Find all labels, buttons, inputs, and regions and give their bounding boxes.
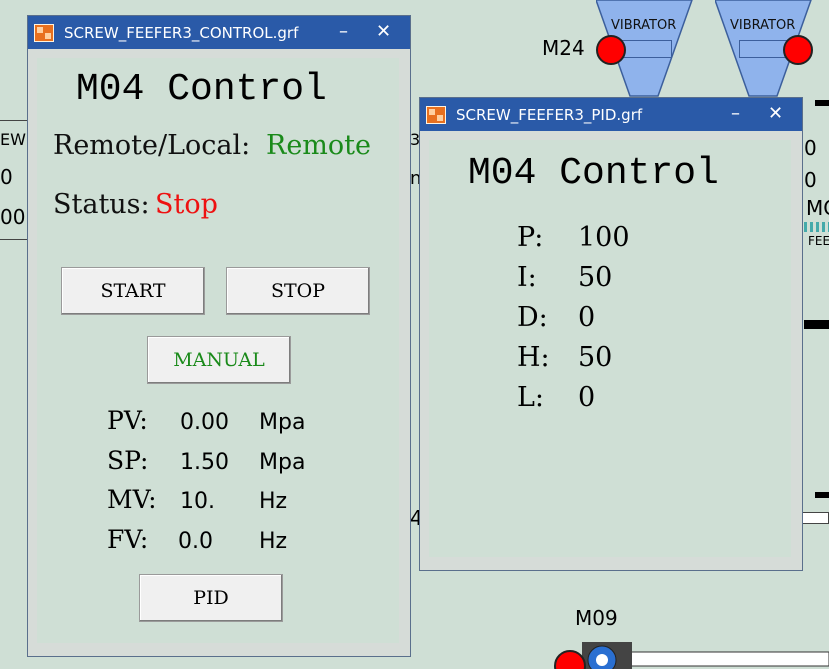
param-label: P: (517, 222, 544, 253)
vibrator-label-2: VIBRATOR (730, 18, 796, 33)
control-window: SCREW_FEEFER3_CONTROL.grf – ✕ M04 Contro… (27, 15, 411, 657)
minimize-icon[interactable]: – (339, 21, 348, 42)
manual-button[interactable]: MANUAL (147, 336, 291, 384)
vibrator-bar-1 (620, 40, 672, 58)
reading-label: PV: (107, 406, 148, 435)
reading-label: MV: (107, 485, 157, 514)
param-value: 0 (578, 302, 596, 333)
reading-value: 10. (180, 489, 215, 514)
left-edge-text-3: 00 (0, 205, 26, 229)
control-heading: M04 Control (76, 68, 327, 111)
close-icon[interactable]: ✕ (376, 21, 391, 42)
right-edge-text-3: MC (806, 196, 829, 220)
param-value: 50 (578, 262, 613, 293)
param-value: 100 (578, 222, 630, 253)
param-label: I: (517, 262, 537, 293)
pid-window-title: SCREW_FEEFER3_PID.grf (456, 106, 643, 124)
reading-label: FV: (107, 525, 149, 554)
vibrator-label-1: VIBRATOR (611, 18, 677, 33)
remote-local-value: Remote (266, 130, 371, 161)
reading-unit: Hz (259, 529, 288, 554)
status-label: Status: (53, 189, 150, 220)
param-label: H: (517, 342, 550, 373)
motor-indicator-right[interactable] (783, 35, 813, 65)
right-edge-text-1: 0 (804, 136, 817, 160)
reading-unit: Mpa (259, 410, 306, 435)
control-panel: M04 Control Remote/Local: Remote Status:… (37, 58, 399, 643)
param-value: 50 (578, 342, 613, 373)
stop-button[interactable]: STOP (226, 267, 370, 315)
remote-local-label: Remote/Local: (53, 130, 251, 161)
pid-window-titlebar[interactable]: SCREW_FEEFER3_PID.grf – ✕ (420, 98, 802, 131)
m09-feeder (554, 642, 829, 669)
control-window-titlebar[interactable]: SCREW_FEEFER3_CONTROL.grf – ✕ (28, 16, 410, 49)
control-window-title: SCREW_FEEFER3_CONTROL.grf (64, 24, 299, 42)
right-edge-text-4: FEE (808, 234, 829, 248)
param-label: D: (517, 302, 548, 333)
reading-value: 0.00 (180, 410, 229, 435)
pid-button[interactable]: PID (139, 574, 283, 622)
pid-panel: M04 Control P: 100 I: 50 D: 0 H: 50 L: 0 (429, 140, 791, 557)
reading-label: SP: (107, 446, 149, 475)
grf-file-icon (426, 106, 446, 124)
reading-unit: Hz (259, 489, 288, 514)
reading-unit: Mpa (259, 450, 306, 475)
pid-window: SCREW_FEEFER3_PID.grf – ✕ M04 Control P:… (419, 97, 803, 571)
right-edge-bar-2 (804, 320, 829, 329)
right-conveyor-strip (804, 222, 829, 232)
reading-value: 1.50 (180, 450, 229, 475)
param-label: L: (517, 382, 545, 413)
motor-tag-m09: M09 (575, 606, 618, 630)
grf-file-icon (34, 24, 54, 42)
status-value: Stop (155, 189, 218, 220)
right-edge-pipe (802, 512, 829, 524)
left-edge-text-2: 0 (0, 165, 13, 189)
param-value: 0 (578, 382, 596, 413)
minimize-icon[interactable]: – (731, 103, 740, 124)
right-edge-text-2: 0 (804, 168, 817, 192)
start-button[interactable]: START (61, 267, 205, 315)
left-edge-text-1: EW (0, 130, 26, 149)
right-edge-bar-1 (815, 100, 829, 106)
close-icon[interactable]: ✕ (768, 103, 783, 124)
right-edge-bar-3 (815, 492, 829, 498)
motor-tag-m24: M24 (542, 36, 585, 60)
reading-value: 0.0 (178, 529, 213, 554)
motor-m24-indicator[interactable] (596, 35, 626, 65)
pid-heading: M04 Control (468, 152, 719, 195)
